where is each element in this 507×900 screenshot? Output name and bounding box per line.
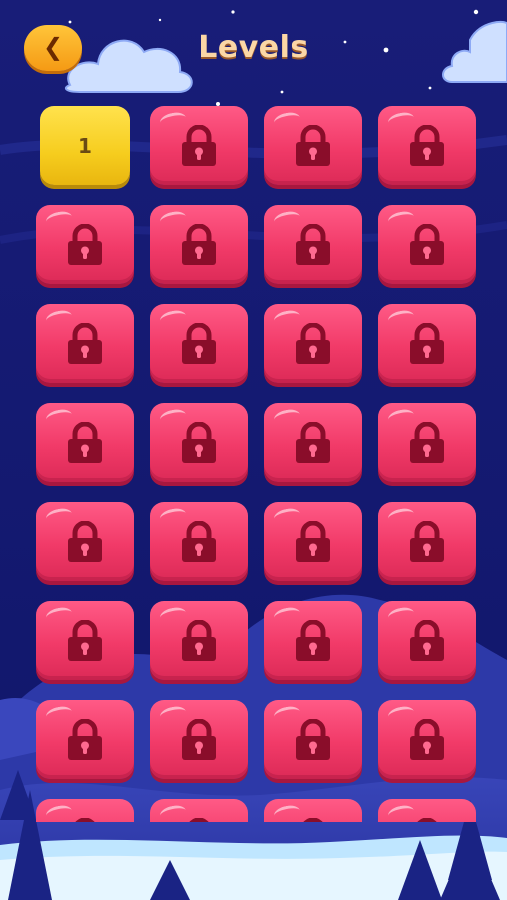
lock-icon <box>68 718 102 760</box>
lock-icon <box>410 124 444 166</box>
level-grid-viewport[interactable]: 1 <box>0 100 507 822</box>
lock-icon <box>296 322 330 364</box>
header: ❮ Levels <box>0 0 507 100</box>
level-tile-locked[interactable] <box>264 502 362 581</box>
lock-icon <box>189 817 209 822</box>
level-tile-locked[interactable] <box>264 106 362 185</box>
level-tile-locked[interactable] <box>150 106 248 185</box>
lock-icon <box>182 322 216 364</box>
level-tile-locked[interactable] <box>378 403 476 482</box>
level-grid: 1 <box>36 106 476 822</box>
lock-icon <box>182 223 216 265</box>
lock-icon <box>410 619 444 661</box>
level-tile-locked[interactable] <box>150 304 248 383</box>
level-tile-locked[interactable] <box>264 403 362 482</box>
level-tile-locked[interactable] <box>264 799 362 822</box>
level-tile-locked[interactable] <box>36 700 134 779</box>
level-tile-locked[interactable] <box>36 304 134 383</box>
level-tile-locked[interactable] <box>36 205 134 284</box>
lock-icon <box>303 817 323 822</box>
level-tile-unlocked[interactable]: 1 <box>40 106 130 185</box>
level-tile-locked[interactable] <box>36 601 134 680</box>
level-tile-locked[interactable] <box>264 304 362 383</box>
level-tile-locked[interactable] <box>36 403 134 482</box>
level-tile-locked[interactable] <box>150 601 248 680</box>
lock-icon <box>417 817 437 822</box>
lock-icon <box>182 421 216 463</box>
lock-icon <box>68 421 102 463</box>
lock-icon <box>296 520 330 562</box>
lock-icon <box>68 619 102 661</box>
lock-icon <box>182 520 216 562</box>
lock-icon <box>68 322 102 364</box>
lock-icon <box>410 322 444 364</box>
lock-icon <box>182 619 216 661</box>
lock-icon <box>296 223 330 265</box>
lock-icon <box>68 520 102 562</box>
lock-icon <box>296 619 330 661</box>
level-tile-locked[interactable] <box>378 601 476 680</box>
level-number: 1 <box>78 133 92 158</box>
level-tile-locked[interactable] <box>150 799 248 822</box>
lock-icon <box>68 223 102 265</box>
level-tile-locked[interactable] <box>150 502 248 581</box>
level-tile-locked[interactable] <box>264 700 362 779</box>
level-tile-locked[interactable] <box>378 700 476 779</box>
lock-icon <box>182 124 216 166</box>
level-tile-locked[interactable] <box>378 304 476 383</box>
lock-icon <box>410 718 444 760</box>
lock-icon <box>296 124 330 166</box>
level-tile-locked[interactable] <box>36 799 134 822</box>
lock-icon <box>75 817 95 822</box>
level-tile-locked[interactable] <box>378 799 476 822</box>
level-tile-locked[interactable] <box>378 106 476 185</box>
level-tile-locked[interactable] <box>378 502 476 581</box>
level-tile-locked[interactable] <box>150 403 248 482</box>
page-title: Levels <box>198 30 309 65</box>
lock-icon <box>296 421 330 463</box>
lock-icon <box>410 421 444 463</box>
level-tile-locked[interactable] <box>36 502 134 581</box>
level-tile-locked[interactable] <box>150 700 248 779</box>
lock-icon <box>182 718 216 760</box>
lock-icon <box>410 520 444 562</box>
lock-icon <box>410 223 444 265</box>
level-tile-locked[interactable] <box>378 205 476 284</box>
level-tile-locked[interactable] <box>264 601 362 680</box>
lock-icon <box>296 718 330 760</box>
level-tile-locked[interactable] <box>264 205 362 284</box>
level-tile-locked[interactable] <box>150 205 248 284</box>
